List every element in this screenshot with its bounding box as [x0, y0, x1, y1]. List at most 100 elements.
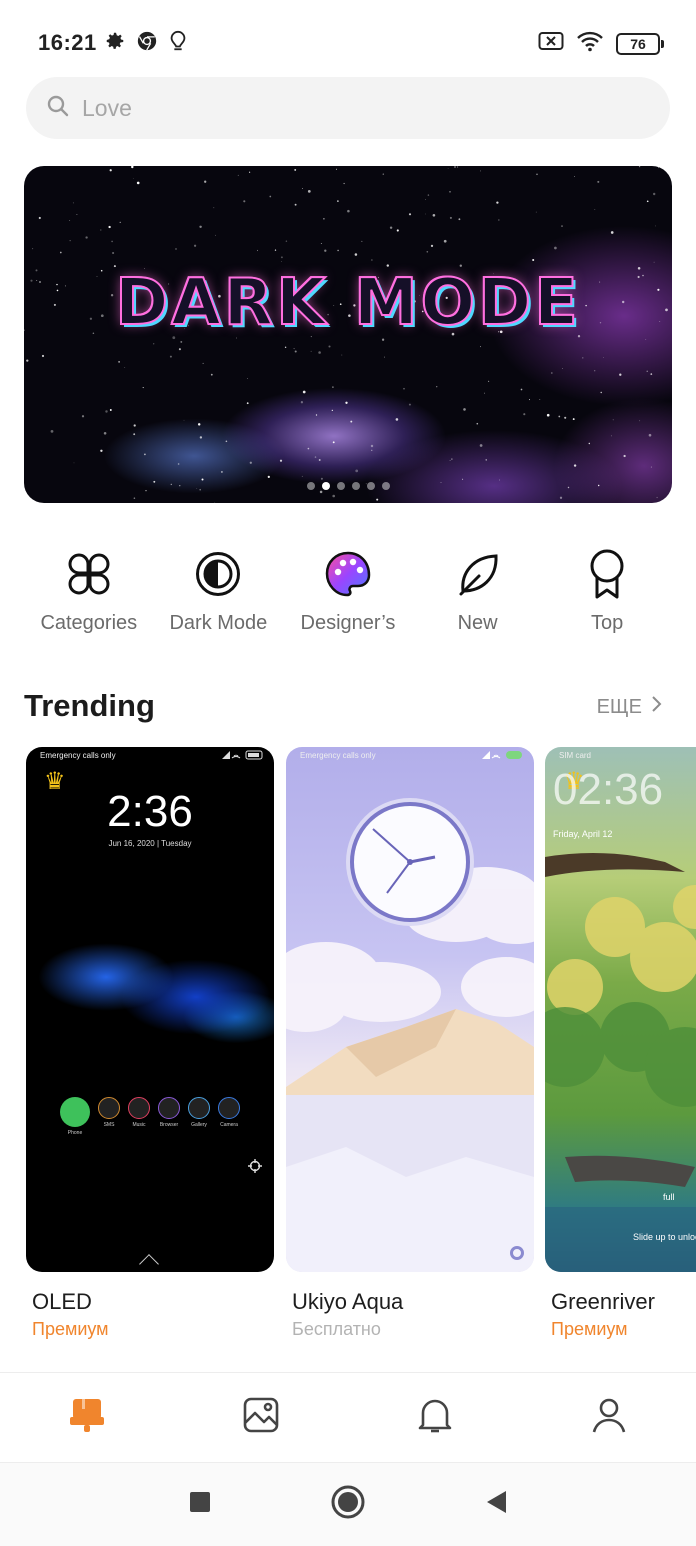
home-button[interactable]: [328, 1485, 368, 1525]
shortcut-categories[interactable]: Categories: [24, 550, 154, 650]
profile-icon: [591, 1396, 627, 1439]
sms-icon: [98, 1097, 120, 1119]
dark-mode-icon: [194, 550, 242, 598]
dock-label: Camera: [220, 1122, 238, 1128]
preview-text: full: [663, 1192, 675, 1202]
shortcut-label: Top: [591, 612, 624, 634]
settings-gear-icon: [104, 30, 126, 57]
dock-label: Gallery: [191, 1122, 207, 1128]
dock-app-camera: Camera: [218, 1097, 240, 1136]
shortcut-label: Designer’s: [300, 612, 396, 634]
dock-label: SMS: [103, 1122, 115, 1128]
carousel-dot[interactable]: [352, 482, 360, 490]
preview-status-text: Emergency calls only: [40, 751, 116, 760]
status-bar: 16:21 76: [0, 0, 696, 80]
back-button[interactable]: [476, 1485, 516, 1525]
wifi-icon: [576, 30, 604, 57]
preview-clock: 02:36: [553, 765, 664, 814]
status-time: 16:21: [38, 30, 97, 55]
music-icon: [128, 1097, 150, 1119]
theme-preview[interactable]: SIM card ♛ 02:36 Friday, April 12 full S…: [545, 747, 696, 1272]
dock-app-music: Music: [128, 1097, 150, 1136]
carousel-dot[interactable]: [322, 482, 330, 490]
back-triangle-icon: [485, 1490, 507, 1519]
theme-price: Премиум: [32, 1319, 109, 1339]
preview-date: Friday, April 12: [553, 829, 613, 839]
shortcut-new[interactable]: New: [413, 550, 543, 650]
shortcut-label: Dark Mode: [169, 612, 268, 634]
search-icon: [46, 94, 70, 123]
battery-indicator: 76: [616, 32, 664, 55]
search-bar[interactable]: [26, 77, 670, 139]
phone-icon: [60, 1097, 90, 1127]
shortcut-label: New: [457, 612, 498, 634]
theme-card-greenriver[interactable]: SIM card ♛ 02:36 Friday, April 12 full S…: [545, 747, 696, 1340]
status-right-icons: 76: [538, 30, 664, 57]
preview-status-text: SIM card: [559, 751, 592, 760]
search-input[interactable]: [82, 94, 642, 122]
bottom-navigation: [0, 1372, 696, 1462]
dock-label: Phone: [67, 1130, 83, 1136]
shortcut-label: Categories: [40, 612, 138, 634]
theme-price: Премиум: [551, 1319, 628, 1339]
award-icon: [583, 549, 631, 599]
nav-wallpapers[interactable]: [201, 1383, 321, 1453]
theme-card-ukiyo-aqua[interactable]: Emergency calls only Ukiyo Aqua Бесплатн…: [286, 747, 534, 1340]
carousel-dot[interactable]: [382, 482, 390, 490]
browser-icon: [158, 1097, 180, 1119]
gallery-icon: [188, 1097, 210, 1119]
theme-price: Бесплатно: [292, 1319, 381, 1339]
leaf-icon: [454, 550, 502, 598]
dock-app-browser: Browser: [158, 1097, 180, 1136]
theme-preview[interactable]: Emergency calls only ♛ 2:36 Jun 16, 2020…: [26, 747, 274, 1272]
shortcut-top[interactable]: Top: [542, 549, 672, 650]
preview-dock: Phone SMS Music Browser Gallery Camera: [60, 1097, 240, 1136]
square-icon: [189, 1491, 211, 1518]
promo-banner[interactable]: DARK MODE: [24, 166, 672, 503]
dock-app-sms: SMS: [98, 1097, 120, 1136]
wallpaper-icon: [242, 1396, 280, 1439]
home-circle-icon: [331, 1485, 365, 1524]
recents-button[interactable]: [180, 1485, 220, 1525]
carousel-dots: [307, 482, 390, 490]
chevron-right-icon: [650, 695, 662, 719]
settings-gear-icon: [510, 1246, 524, 1260]
nav-themes[interactable]: [27, 1383, 147, 1453]
trending-carousel[interactable]: Emergency calls only ♛ 2:36 Jun 16, 2020…: [26, 747, 696, 1347]
nav-profile[interactable]: [549, 1383, 669, 1453]
location-pin-icon: [168, 30, 188, 57]
clock-illustration: [343, 795, 477, 934]
banner-title: DARK MODE: [114, 265, 581, 341]
nav-notifications[interactable]: [375, 1383, 495, 1453]
status-left-icons: [104, 30, 188, 57]
trending-title: Trending: [24, 688, 155, 723]
shortcut-designers[interactable]: Designer’s: [283, 550, 413, 650]
theme-name: Ukiyo Aqua: [292, 1289, 404, 1314]
themes-icon: [67, 1395, 107, 1440]
carousel-dot[interactable]: [367, 482, 375, 490]
preview-status-icons: [220, 750, 264, 762]
dock-app-gallery: Gallery: [188, 1097, 210, 1136]
theme-name: OLED: [32, 1289, 92, 1314]
preview-clock: 2:36: [107, 787, 193, 836]
dock-label: Browser: [159, 1122, 179, 1128]
more-label: ЕЩЕ: [596, 695, 642, 718]
crosshair-icon: [248, 1159, 262, 1178]
chevron-up-icon: [139, 1254, 159, 1272]
notifications-icon: [417, 1395, 453, 1440]
theme-name: Greenriver: [551, 1289, 655, 1314]
dock-app-phone: Phone: [60, 1097, 90, 1136]
dock-label: Music: [132, 1122, 146, 1128]
carousel-dot[interactable]: [307, 482, 315, 490]
carousel-dot[interactable]: [337, 482, 345, 490]
shortcut-dark-mode[interactable]: Dark Mode: [154, 550, 284, 650]
preview-unlock-text: Slide up to unlock: [633, 1232, 696, 1242]
system-navigation-bar: [0, 1462, 696, 1546]
shortcut-row: Categories Dark Mode Designer’s New Top: [24, 549, 672, 650]
preview-date: Jun 16, 2020 | Tuesday: [108, 839, 192, 848]
palette-icon: [324, 550, 372, 598]
no-sim-icon: [538, 31, 564, 56]
theme-card-oled[interactable]: Emergency calls only ♛ 2:36 Jun 16, 2020…: [26, 747, 274, 1340]
theme-preview[interactable]: Emergency calls only: [286, 747, 534, 1272]
more-link[interactable]: ЕЩЕ: [597, 695, 662, 719]
